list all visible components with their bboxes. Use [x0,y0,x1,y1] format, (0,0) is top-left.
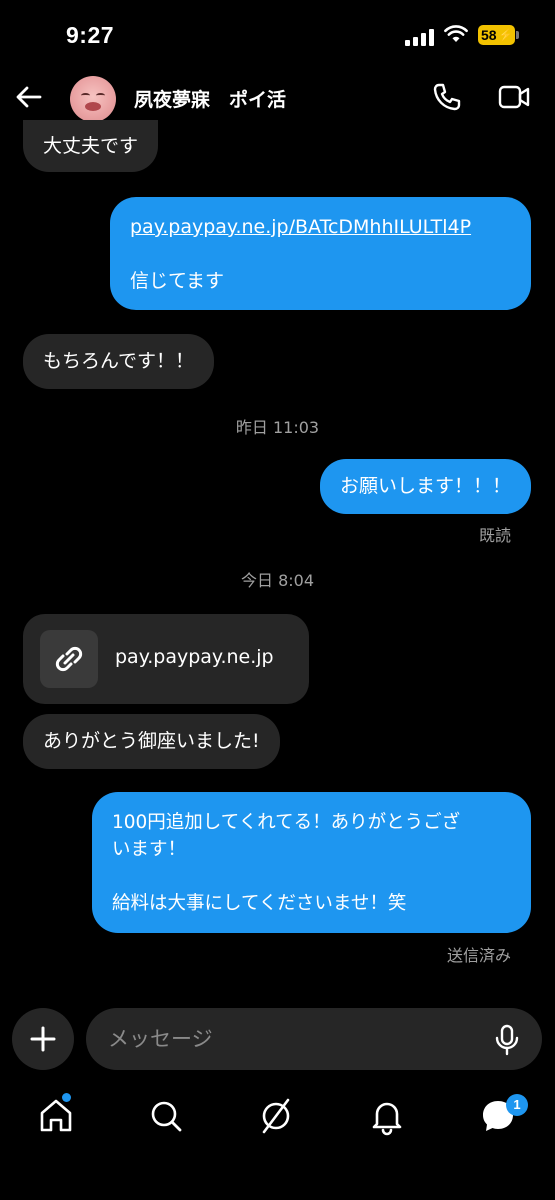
notifications-bell-icon[interactable] [367,1096,407,1136]
battery-tip [516,31,519,39]
message-bubble-incoming[interactable]: もちろんです！！ [23,334,215,389]
avatar-eye [96,93,105,98]
message-text: ありがとう御座いました! [43,730,260,752]
signal-icon [405,28,435,46]
message-text: 大丈夫です [43,135,139,157]
explore-icon[interactable] [256,1096,296,1136]
link-domain: pay.paypay.ne.jp [115,646,274,668]
avatar-mouth [85,102,101,111]
add-attachment-button[interactable] [12,1008,74,1070]
message-text: もちろんです！！ [43,350,195,372]
timestamp: 昨日 11:03 [235,418,320,437]
status-bar: 9:27 58 ⚡ [0,0,555,70]
message-bubble-outgoing[interactable]: pay.paypay.ne.jp/BATcDMhhILULTl4P 信じてます [110,197,531,310]
link-icon [55,646,83,672]
message-bubble-outgoing[interactable]: お願いします！！！ [319,459,531,514]
message-link[interactable]: pay.paypay.ne.jp/BATcDMhhILULTl4P [130,214,511,241]
read-receipt: 既読 [478,526,511,545]
message-text: います！ [112,839,187,860]
charging-icon: ⚡ [498,28,513,42]
message-composer[interactable] [86,1008,542,1070]
message-bubble-incoming[interactable]: 大丈夫です [23,120,159,172]
message-text: お願いします！！！ [339,475,511,497]
message-text: 給料は大事にしてくださいませ！笑 [112,893,407,914]
link-preview-card[interactable]: pay.paypay.ne.jp [23,614,309,704]
message-text: 信じてます [130,270,225,292]
video-call-icon[interactable] [498,84,530,110]
microphone-icon[interactable] [494,1024,520,1056]
status-time: 9:27 [66,22,115,48]
wifi-icon [444,25,468,42]
back-arrow-icon[interactable] [14,82,44,112]
messages-badge: 1 [506,1094,528,1116]
sent-receipt: 送信済み [446,946,511,965]
contact-avatar[interactable] [70,76,116,122]
message-text: 100円追加してくれてる！ありがとうござ [112,812,461,833]
timestamp: 今日 8:04 [240,571,315,590]
phone-call-icon[interactable] [432,82,462,112]
battery-indicator: 58 ⚡ [478,25,515,45]
home-notification-dot [62,1093,71,1102]
link-thumbnail [40,630,98,688]
search-icon[interactable] [146,1096,186,1136]
home-icon[interactable] [36,1096,76,1136]
message-bubble-incoming[interactable]: ありがとう御座いました! [23,714,280,769]
avatar-eye [81,93,90,98]
message-input[interactable] [108,1008,488,1070]
message-bubble-outgoing[interactable]: 100円追加してくれてる！ありがとうござ います！ 給料は大事にしてくださいませ… [92,792,531,933]
battery-level: 58 [481,27,497,43]
plus-icon [30,1026,56,1052]
contact-name[interactable]: 夙夜夢寐 ポイ活 [134,85,286,112]
